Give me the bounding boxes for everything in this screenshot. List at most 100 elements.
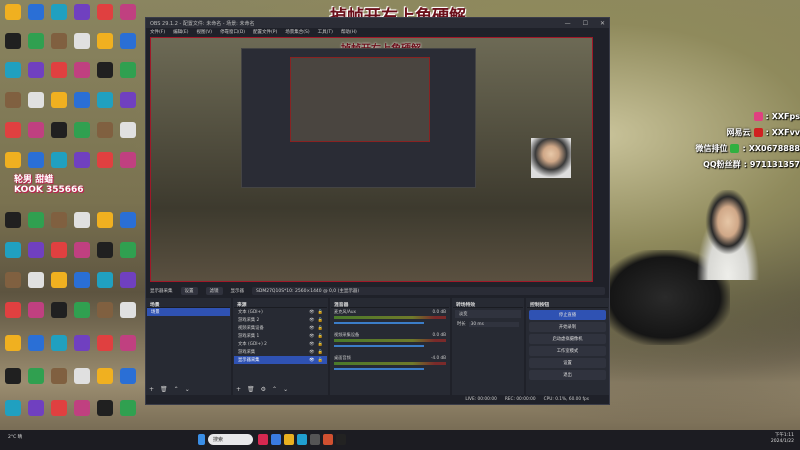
desktop-app-icon[interactable] (97, 152, 113, 168)
maximize-button[interactable]: ☐ (583, 20, 588, 27)
desktop-app-icon[interactable] (120, 272, 136, 288)
desktop-app-icon[interactable] (5, 92, 21, 108)
volume-slider[interactable] (334, 322, 424, 324)
desktop-app-icon[interactable] (97, 302, 113, 318)
desktop-app-icon[interactable] (51, 212, 67, 228)
delete-icon[interactable]: 🗑 (160, 386, 168, 393)
desktop-app-icon[interactable] (5, 62, 21, 78)
desktop-app-icon[interactable] (51, 92, 67, 108)
lock-icon[interactable]: 🔒 (318, 334, 323, 339)
desktop-app-icon[interactable] (51, 272, 67, 288)
taskbar-app-icon[interactable] (310, 434, 320, 445)
menu-scene-collection[interactable]: 场景集合(S) (285, 29, 309, 35)
desktop-app-icon[interactable] (51, 4, 67, 20)
desktop-app-icon[interactable] (28, 400, 44, 416)
eye-icon[interactable]: 👁 (309, 334, 314, 339)
clock[interactable]: 下午1:11 2024/1/22 (771, 433, 794, 445)
desktop-app-icon[interactable] (28, 62, 44, 78)
menu-file[interactable]: 文件(F) (150, 29, 165, 35)
virtual-camera-button[interactable]: 启动虚拟摄像机 (529, 334, 606, 344)
menu-edit[interactable]: 编辑(E) (173, 29, 188, 35)
desktop-app-icon[interactable] (28, 4, 44, 20)
desktop-app-icon[interactable] (74, 242, 90, 258)
desktop-app-icon[interactable] (5, 212, 21, 228)
down-icon[interactable]: ⌄ (185, 386, 190, 393)
menu-profile[interactable]: 配置文件(P) (253, 29, 277, 35)
scene-item[interactable]: 场景 (147, 308, 230, 316)
preview-canvas[interactable]: 掉帧开右上角硬解 (150, 37, 593, 282)
desktop-app-icon[interactable] (74, 152, 90, 168)
desktop-app-icon[interactable] (120, 92, 136, 108)
taskbar-app-icon[interactable] (271, 434, 281, 445)
display-select[interactable]: SDM27Q10S*10: 2560×1440 @ 0,0 (主显示器) (252, 287, 605, 295)
desktop-app-icon[interactable] (120, 33, 136, 49)
desktop-app-icon[interactable] (97, 92, 113, 108)
desktop-app-icon[interactable] (97, 368, 113, 384)
eye-icon[interactable]: 👁 (309, 310, 314, 315)
desktop-app-icon[interactable] (5, 33, 21, 49)
desktop-app-icon[interactable] (97, 242, 113, 258)
desktop-app-icon[interactable] (74, 122, 90, 138)
menu-tools[interactable]: 工具(T) (318, 29, 333, 35)
minimize-button[interactable]: — (565, 20, 571, 27)
desktop-app-icon[interactable] (97, 33, 113, 49)
desktop-app-icon[interactable] (5, 272, 21, 288)
desktop-app-icon[interactable] (74, 33, 90, 49)
desktop-app-icon[interactable] (120, 335, 136, 351)
eye-icon[interactable]: 👁 (309, 318, 314, 323)
desktop-app-icon[interactable] (51, 122, 67, 138)
source-item[interactable]: 游戏采集 👁 🔒 (234, 348, 327, 356)
eye-icon[interactable]: 👁 (309, 342, 314, 347)
delete-icon[interactable]: 🗑 (247, 386, 255, 393)
desktop-app-icon[interactable] (5, 152, 21, 168)
duration-input[interactable]: 30 ms (468, 321, 519, 327)
desktop-app-icon[interactable] (74, 212, 90, 228)
studio-mode-button[interactable]: 工作室模式 (529, 346, 606, 356)
desktop-app-icon[interactable] (120, 212, 136, 228)
desktop-app-icon[interactable] (51, 152, 67, 168)
desktop-app-icon[interactable] (74, 302, 90, 318)
desktop-app-icon[interactable] (74, 62, 90, 78)
source-item[interactable]: 视频采集设备 👁 🔒 (234, 324, 327, 332)
desktop-app-icon[interactable] (120, 122, 136, 138)
down-icon[interactable]: ⌄ (283, 386, 288, 393)
taskbar-app-icon[interactable] (297, 434, 307, 445)
menu-help[interactable]: 帮助(H) (341, 29, 357, 35)
desktop-app-icon[interactable] (28, 33, 44, 49)
desktop-app-icon[interactable] (120, 400, 136, 416)
volume-slider[interactable] (334, 345, 424, 347)
filters-button[interactable]: 滤镜 (205, 287, 223, 295)
desktop-app-icon[interactable] (28, 212, 44, 228)
desktop-app-icon[interactable] (5, 302, 21, 318)
desktop-app-icon[interactable] (74, 4, 90, 20)
lock-icon[interactable]: 🔒 (318, 310, 323, 315)
lock-icon[interactable]: 🔒 (318, 342, 323, 347)
stop-streaming-button[interactable]: 停止直播 (529, 310, 606, 320)
source-item[interactable]: 游戏采集 1 👁 🔒 (234, 332, 327, 340)
menu-docks[interactable]: 停靠窗口(D) (220, 29, 245, 35)
start-recording-button[interactable]: 开始录制 (529, 322, 606, 332)
lock-icon[interactable]: 🔒 (318, 318, 323, 323)
desktop-app-icon[interactable] (74, 335, 90, 351)
exit-button[interactable]: 退出 (529, 370, 606, 380)
lock-icon[interactable]: 🔒 (318, 358, 323, 363)
desktop-app-icon[interactable] (97, 4, 113, 20)
gear-icon[interactable]: ⚙ (261, 386, 266, 393)
desktop-app-icon[interactable] (5, 122, 21, 138)
desktop-app-icon[interactable] (120, 302, 136, 318)
desktop-app-icon[interactable] (28, 242, 44, 258)
source-item[interactable]: 游戏采集 2 👁 🔒 (234, 316, 327, 324)
taskbar-app-icon[interactable] (284, 434, 294, 445)
volume-slider[interactable] (334, 368, 424, 370)
desktop-app-icon[interactable] (74, 272, 90, 288)
add-icon[interactable]: + (149, 386, 154, 393)
desktop-app-icon[interactable] (51, 33, 67, 49)
desktop-app-icon[interactable] (28, 122, 44, 138)
desktop-app-icon[interactable] (97, 335, 113, 351)
desktop-app-icon[interactable] (51, 335, 67, 351)
close-button[interactable]: ✕ (600, 20, 605, 27)
desktop-app-icon[interactable] (97, 400, 113, 416)
up-icon[interactable]: ⌃ (174, 386, 179, 393)
desktop-app-icon[interactable] (28, 272, 44, 288)
source-item[interactable]: 显示器采集 👁 🔒 (234, 356, 327, 364)
